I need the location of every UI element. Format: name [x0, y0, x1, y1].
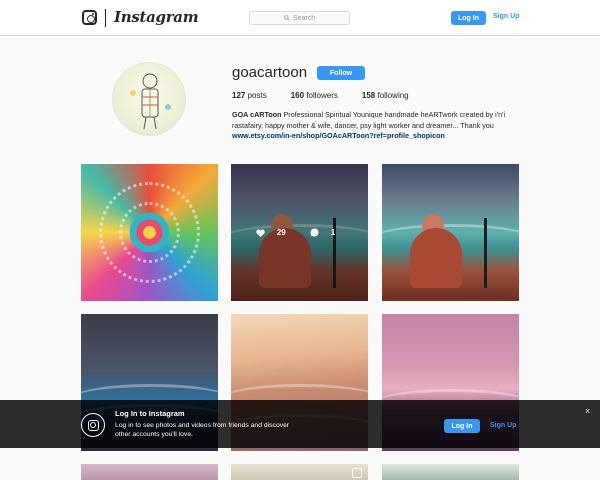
mandala-ring: [119, 202, 180, 263]
profile-avatar[interactable]: [112, 62, 186, 136]
followers-stat[interactable]: 160 followers: [291, 91, 338, 100]
profile-stats: 127 posts 160 followers 158 following: [232, 91, 433, 100]
instagram-icon: [81, 413, 105, 437]
search-icon: [284, 15, 290, 21]
following-stat[interactable]: 158 following: [362, 91, 409, 100]
profile-username: goacartoon: [232, 64, 308, 81]
posts-count: 127: [232, 91, 246, 100]
bio-link[interactable]: www.etsy.com/in-en/shop/GOAcARToon?ref=p…: [232, 131, 532, 142]
banner-title: Log In to Instagram: [115, 409, 185, 418]
close-icon[interactable]: ×: [585, 406, 590, 416]
search-placeholder: Search: [292, 14, 316, 22]
instagram-wordmark[interactable]: Instagram: [114, 8, 199, 26]
banner-text: Log in to see photos and videos from fri…: [115, 422, 290, 438]
post-thumbnail[interactable]: [231, 464, 368, 480]
signup-link[interactable]: Sign Up: [493, 13, 519, 20]
comments-count: 1: [330, 228, 336, 237]
trident: [484, 218, 487, 288]
following-label: following: [377, 91, 409, 100]
followers-label: followers: [306, 91, 338, 100]
posts-label: posts: [247, 91, 267, 100]
likes-count: 29: [276, 228, 286, 237]
post-thumbnail[interactable]: [382, 164, 519, 301]
avatar-illustration: [130, 73, 171, 130]
profile-bio: GOA cARToon Professional Spiritual Youni…: [232, 110, 532, 142]
post-hover-overlay: 29 1: [231, 164, 368, 301]
search-input[interactable]: Search: [249, 11, 350, 25]
comment-icon: [310, 228, 319, 237]
top-navigation-bar: Instagram Search Log In Sign Up: [0, 0, 600, 36]
bio-full-name: GOA cARToon: [232, 110, 282, 119]
banner-signup-link[interactable]: Sign Up: [490, 422, 516, 429]
post-thumbnail[interactable]: [382, 464, 519, 480]
post-thumbnail[interactable]: [81, 164, 218, 301]
carousel-icon: [352, 468, 362, 478]
instagram-camera-icon[interactable]: [82, 10, 97, 25]
login-button[interactable]: Log In: [451, 11, 486, 25]
followers-count: 160: [290, 91, 305, 100]
painted-figure-body: [410, 228, 462, 288]
post-thumbnail-hovered[interactable]: 29 1: [231, 164, 368, 301]
logo-divider: [105, 9, 106, 27]
heart-icon: [256, 228, 265, 237]
following-count: 158: [361, 91, 376, 100]
follow-button[interactable]: Follow: [317, 66, 365, 80]
comments-stat: 1: [310, 228, 343, 237]
post-thumbnail[interactable]: [81, 464, 218, 480]
likes-stat: 29: [256, 228, 294, 237]
posts-stat: 127 posts: [232, 91, 267, 100]
banner-login-button[interactable]: Log In: [444, 419, 480, 433]
